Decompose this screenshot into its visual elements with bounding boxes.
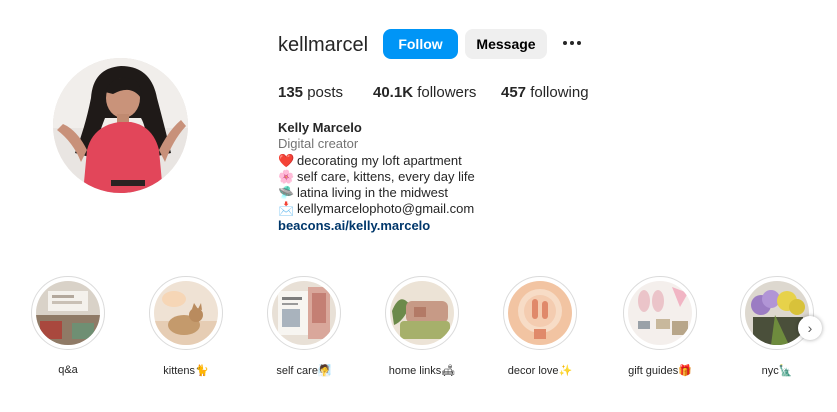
following-label: following xyxy=(530,84,589,101)
highlight-thumbnail xyxy=(154,281,218,345)
highlight-label: gift guides🎁 xyxy=(628,365,692,377)
more-options-icon[interactable] xyxy=(560,34,584,52)
ufo-icon: 🛸 xyxy=(278,185,295,201)
bio-line-text: latina living in the midwest xyxy=(297,185,449,201)
highlight-thumbnail xyxy=(390,281,454,345)
bio-line-text: self care, kittens, every day life xyxy=(297,168,475,184)
chevron-right-icon[interactable]: › xyxy=(798,316,822,340)
followers-stat[interactable]: 40.1K followers xyxy=(373,84,476,101)
following-stat[interactable]: 457 following xyxy=(501,84,589,101)
bio-link[interactable]: beacons.ai/kelly.marcelo xyxy=(278,218,475,234)
highlight-decor-love[interactable]: decor love✨ xyxy=(501,276,579,377)
highlight-thumbnail xyxy=(36,281,100,345)
full-name: Kelly Marcelo xyxy=(278,120,362,135)
highlight-ring xyxy=(740,276,814,350)
profile-bio: Kelly Marcelo Digital creator ❤️ decorat… xyxy=(278,120,475,234)
following-count: 457 xyxy=(501,84,527,101)
highlight-gift-guides[interactable]: gift guides🎁 xyxy=(621,276,699,377)
highlight-ring xyxy=(623,276,697,350)
highlight-thumbnail xyxy=(745,281,809,345)
dot-icon xyxy=(563,41,567,45)
dot-icon xyxy=(570,41,574,45)
posts-stat: 135 posts xyxy=(278,84,343,101)
profile-username: kellmarcel xyxy=(278,34,369,56)
highlight-ring xyxy=(503,276,577,350)
bio-line-text: kellymarcelophoto@gmail.com xyxy=(297,201,475,217)
highlight-ring xyxy=(31,276,105,350)
posts-label: posts xyxy=(307,84,344,101)
bio-line: ❤️ decorating my loft apartment xyxy=(278,153,475,169)
highlight-label: q&a xyxy=(58,364,78,376)
posts-count: 135 xyxy=(278,84,304,101)
highlight-label: nyc🗽 xyxy=(761,365,793,377)
highlight-kittens[interactable]: kittens🐈 xyxy=(147,276,225,377)
followers-label: followers xyxy=(417,84,477,101)
highlight-ring xyxy=(149,276,223,350)
highlight-self-care[interactable]: self care🧖 xyxy=(265,276,343,377)
highlight-ring xyxy=(267,276,341,350)
highlight-thumbnail xyxy=(628,281,692,345)
bio-line: 📩 kellymarcelophoto@gmail.com xyxy=(278,201,475,217)
message-button[interactable]: Message xyxy=(465,29,547,59)
profile-avatar[interactable] xyxy=(53,58,188,193)
category-label: Digital creator xyxy=(278,136,359,152)
highlight-thumbnail xyxy=(272,281,336,345)
highlight-thumbnail xyxy=(508,281,572,345)
envelope-icon: 📩 xyxy=(278,201,295,217)
highlight-label: self care🧖 xyxy=(276,365,332,377)
highlight-home-links[interactable]: home links🛋 xyxy=(383,276,461,377)
bio-line-text: decorating my loft apartment xyxy=(297,152,462,168)
follow-button[interactable]: Follow xyxy=(383,29,458,59)
dot-icon xyxy=(577,41,581,45)
highlight-ring xyxy=(385,276,459,350)
followers-count: 40.1K xyxy=(373,84,414,101)
highlight-label: kittens🐈 xyxy=(163,365,209,377)
bio-line: 🛸 latina living in the midwest xyxy=(278,185,475,201)
heart-icon: ❤️ xyxy=(278,152,295,168)
highlight-label: home links🛋 xyxy=(388,365,456,377)
highlight-qa[interactable]: q&a xyxy=(29,276,107,376)
bio-line: 🌸 self care, kittens, every day life xyxy=(278,169,475,185)
highlight-label: decor love✨ xyxy=(507,365,573,377)
flower-icon: 🌸 xyxy=(278,168,295,184)
